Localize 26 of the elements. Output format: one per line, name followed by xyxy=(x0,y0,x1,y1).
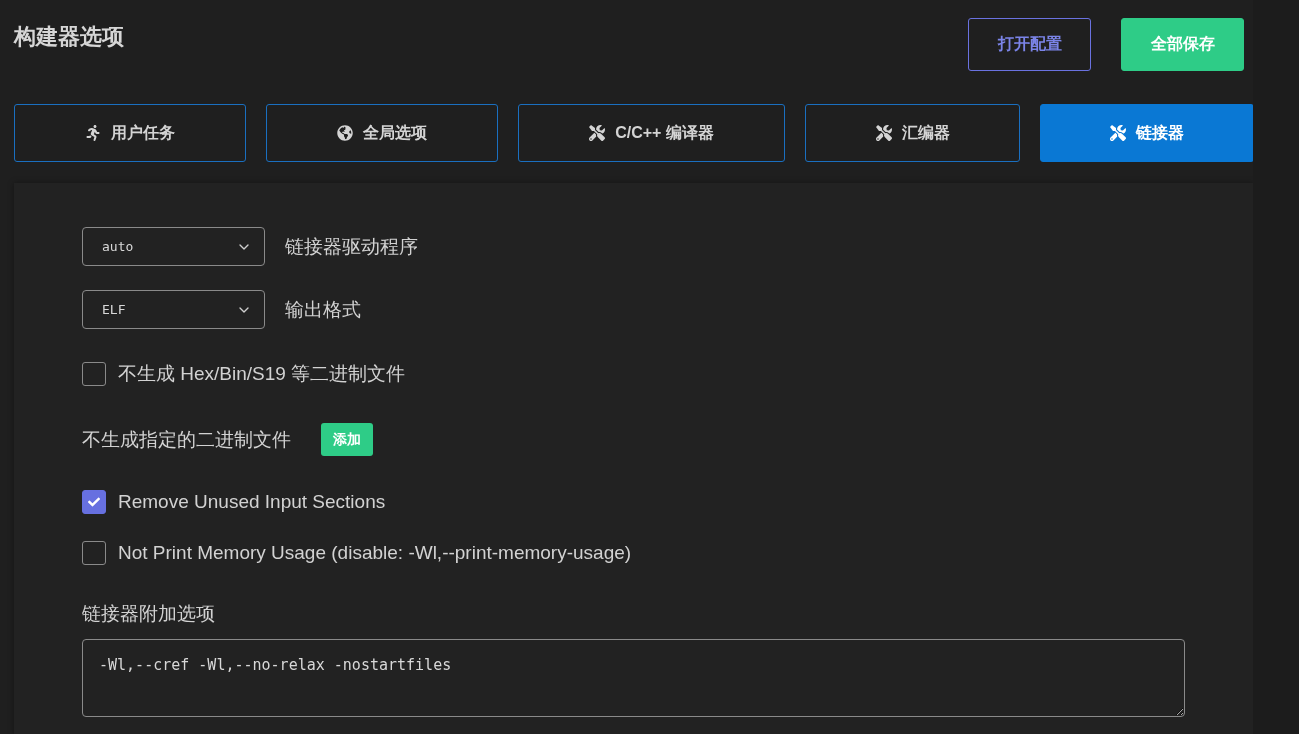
checkbox[interactable] xyxy=(82,362,106,386)
checkbox-label: Not Print Memory Usage (disable: -Wl,--print-memory-usage) xyxy=(118,542,632,564)
tools-icon xyxy=(589,125,606,141)
checkbox-label: Remove Unused Input Sections xyxy=(118,491,386,513)
field-label: 输出格式 xyxy=(285,297,361,322)
tab[interactable]: 链接器 xyxy=(1040,104,1254,162)
tab[interactable]: 用户任务 xyxy=(14,104,246,162)
checkbox[interactable] xyxy=(82,541,106,565)
runner-icon xyxy=(85,125,101,141)
check-icon xyxy=(88,496,100,508)
open-config-button[interactable]: 打开配置 xyxy=(968,18,1091,71)
select-field[interactable]: auto xyxy=(82,227,265,266)
tab[interactable]: 全局选项 xyxy=(266,104,498,162)
field-label: 不生成指定的二进制文件 xyxy=(82,427,291,452)
tab[interactable]: 汇编器 xyxy=(805,104,1020,162)
checkbox-label: 不生成 Hex/Bin/S19 等二进制文件 xyxy=(118,362,406,386)
page-title: 构建器选项 xyxy=(14,23,125,51)
tools-icon xyxy=(1110,125,1126,141)
checkbox[interactable] xyxy=(82,490,106,514)
globe-icon xyxy=(337,125,353,141)
tab[interactable]: C/C++ 编译器 xyxy=(518,104,785,162)
select-field[interactable]: ELF xyxy=(82,290,265,329)
tools-icon xyxy=(875,125,892,141)
field-label: 链接器附加选项 xyxy=(82,602,216,626)
options-textarea[interactable]: -Wl,--cref -Wl,--no-relax -nostartfiles xyxy=(82,639,1185,717)
field-label: 链接器驱动程序 xyxy=(285,234,418,259)
